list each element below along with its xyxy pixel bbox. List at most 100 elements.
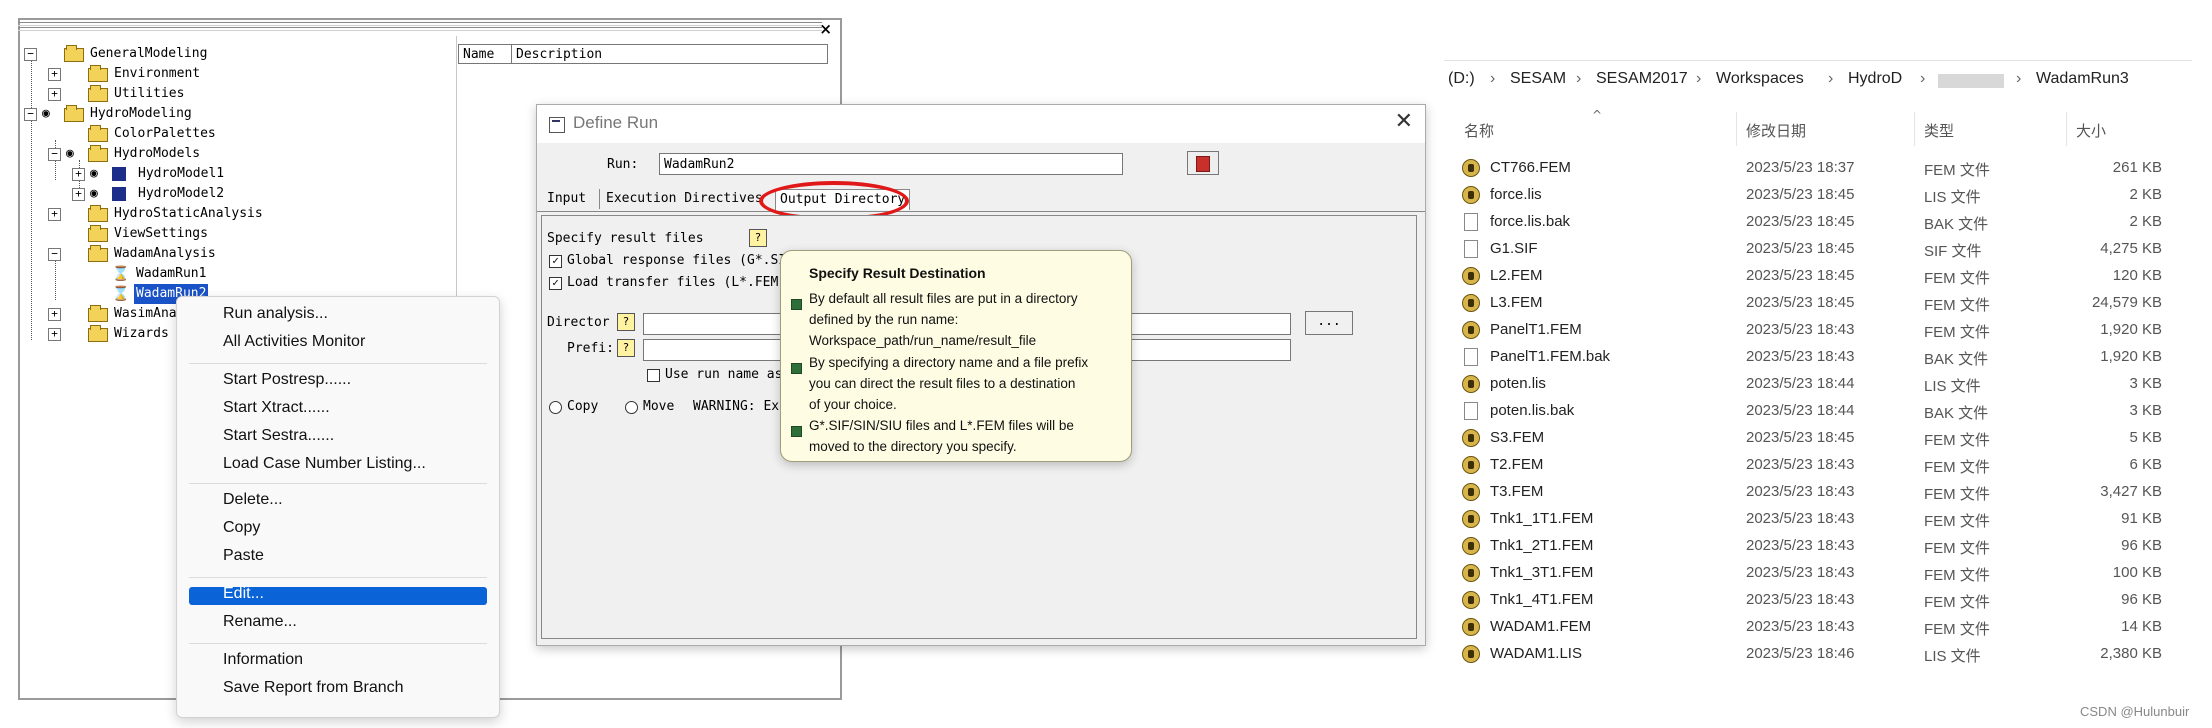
expand-icon[interactable]: + [72,188,85,201]
chevron-right-icon[interactable]: › [1576,70,1581,88]
menu-item-start-xtract[interactable]: Start Xtract...... [223,399,330,417]
run-action-button[interactable] [1187,151,1219,175]
collapse-icon[interactable]: − [48,148,61,161]
eye-icon[interactable]: ◉ [90,166,98,182]
breadcrumb-redacted[interactable] [1938,74,2004,88]
menu-item-edit[interactable]: Edit... [223,585,264,603]
file-type: LIS 文件 [1924,648,1981,665]
column-description-header[interactable]: Description [511,45,602,63]
breadcrumb-sesam2017[interactable]: SESAM2017 [1596,70,1688,88]
lightbulb-help-icon[interactable]: ? [617,313,635,331]
eye-icon[interactable]: ◉ [90,186,98,202]
file-row[interactable]: L3.FEM 2023/5/23 18:45 FEM 文件 24,579 KB [1462,290,2162,317]
close-icon[interactable]: × [819,20,832,38]
expand-icon[interactable]: + [72,168,85,181]
breadcrumb-workspaces[interactable]: Workspaces [1716,70,1804,88]
tooltip-text: G*.SIF/SIN/SIU files and L*.FEM files wi… [809,418,1074,433]
menu-item-start-postresp[interactable]: Start Postresp...... [223,371,351,389]
menu-item-load-case-number-listing[interactable]: Load Case Number Listing... [223,455,426,473]
chevron-right-icon[interactable]: › [1920,70,1925,88]
file-row[interactable]: force.lis 2023/5/23 18:45 LIS 文件 2 KB [1462,182,2162,209]
collapse-icon[interactable]: − [24,48,37,61]
menu-item-save-report-from-branch[interactable]: Save Report from Branch [223,679,404,697]
collapse-icon[interactable]: − [48,248,61,261]
use-run-name-checkbox[interactable] [647,369,660,382]
folder-icon [88,225,108,242]
breadcrumb-hydrod[interactable]: HydroD [1848,70,1902,88]
copy-radio[interactable] [549,401,562,414]
file-row[interactable]: Tnk1_4T1.FEM 2023/5/23 18:43 FEM 文件 96 KB [1462,587,2162,614]
file-type: BAK 文件 [1924,405,1989,422]
file-name: G1.SIF [1490,240,1538,257]
browse-button[interactable]: ... [1305,311,1353,335]
document-icon [1464,240,1478,258]
file-row[interactable]: poten.lis.bak 2023/5/23 18:44 BAK 文件 3 KB [1462,398,2162,425]
menu-item-start-sestra[interactable]: Start Sestra...... [223,427,334,445]
breadcrumb-sesam[interactable]: SESAM [1510,70,1566,88]
expand-icon[interactable]: + [48,328,61,341]
file-row[interactable]: L2.FEM 2023/5/23 18:45 FEM 文件 120 KB [1462,263,2162,290]
column-name-header[interactable]: Name [463,45,494,65]
menu-item-copy[interactable]: Copy [223,519,260,537]
file-row[interactable]: force.lis.bak 2023/5/23 18:45 BAK 文件 2 KB [1462,209,2162,236]
load-transfer-checkbox[interactable]: ✓ [549,277,562,290]
file-row[interactable]: Tnk1_2T1.FEM 2023/5/23 18:43 FEM 文件 96 KB [1462,533,2162,560]
menu-item-paste[interactable]: Paste [223,547,264,565]
expand-icon[interactable]: + [48,68,61,81]
close-icon[interactable]: ✕ [1395,109,1413,134]
file-row[interactable]: WADAM1.FEM 2023/5/23 18:43 FEM 文件 14 KB [1462,614,2162,641]
eye-icon[interactable]: ◉ [42,106,50,122]
menu-item-delete[interactable]: Delete... [223,491,283,509]
file-row[interactable]: S3.FEM 2023/5/23 18:45 FEM 文件 5 KB [1462,425,2162,452]
run-name-input[interactable] [659,153,1123,175]
file-row[interactable]: CT766.FEM 2023/5/23 18:37 FEM 文件 261 KB [1462,155,2162,182]
file-size: 6 KB [2129,456,2162,473]
tab-input[interactable]: Input [547,189,586,209]
expand-icon[interactable]: + [48,308,61,321]
model-icon [112,167,126,181]
column-header-name[interactable]: 名称 [1464,120,1494,141]
expand-icon[interactable]: + [48,208,61,221]
file-row[interactable]: WADAM1.LIS 2023/5/23 18:46 LIS 文件 2,380 KB [1462,641,2162,668]
file-row[interactable]: T3.FEM 2023/5/23 18:43 FEM 文件 3,427 KB [1462,479,2162,506]
file-row[interactable]: T2.FEM 2023/5/23 18:43 FEM 文件 6 KB [1462,452,2162,479]
menu-item-run-analysis[interactable]: Run analysis... [223,305,328,323]
chevron-right-icon[interactable]: › [1696,70,1701,88]
file-row[interactable]: Tnk1_1T1.FEM 2023/5/23 18:43 FEM 文件 91 KB [1462,506,2162,533]
eye-icon[interactable]: ◉ [66,146,74,162]
column-header-type[interactable]: 类型 [1924,120,1954,141]
chevron-right-icon[interactable]: › [1828,70,1833,88]
folder-icon [88,65,108,82]
file-name: PanelT1.FEM [1490,321,1582,338]
chevron-right-icon[interactable]: › [1490,70,1495,88]
global-response-checkbox[interactable]: ✓ [549,255,562,268]
file-row[interactable]: poten.lis 2023/5/23 18:44 LIS 文件 3 KB [1462,371,2162,398]
file-row[interactable]: PanelT1.FEM 2023/5/23 18:43 FEM 文件 1,920 KB [1462,317,2162,344]
hourglass-icon: ⌛ [112,286,130,302]
app-file-icon [1462,645,1480,663]
column-header-date[interactable]: 修改日期 [1746,120,1806,141]
sort-ascending-icon: ^ [1592,108,1603,122]
tab-execution-directives[interactable]: Execution Directives [599,189,763,209]
column-header-size[interactable]: 大小 [2076,120,2106,141]
file-row[interactable]: G1.SIF 2023/5/23 18:45 SIF 文件 4,275 KB [1462,236,2162,263]
file-name: WADAM1.FEM [1490,618,1592,635]
tree-item-label: Environment [114,66,201,81]
menu-item-information[interactable]: Information [223,651,303,669]
menu-item-rename[interactable]: Rename... [223,613,297,631]
file-row[interactable]: PanelT1.FEM.bak 2023/5/23 18:43 BAK 文件 1,92… [1462,344,2162,371]
move-radio[interactable] [625,401,638,414]
tree-item-label: HydroStaticAnalysis [114,206,263,221]
tree-item-label: HydroModeling [90,106,192,121]
dialog-titlebar[interactable]: Define Run ✕ [537,105,1425,143]
chevron-right-icon[interactable]: › [2016,70,2021,88]
lightbulb-help-icon[interactable]: ? [749,229,767,247]
expand-icon[interactable]: + [48,88,61,101]
file-row[interactable]: Tnk1_3T1.FEM 2023/5/23 18:43 FEM 文件 100 KB [1462,560,2162,587]
breadcrumb-wadamrun3[interactable]: WadamRun3 [2036,70,2129,88]
collapse-icon[interactable]: − [24,108,37,121]
bullet-icon [791,363,802,374]
menu-item-all-activities-monitor[interactable]: All Activities Monitor [223,333,365,351]
lightbulb-help-icon[interactable]: ? [617,339,635,357]
breadcrumb-drive[interactable]: (D:) [1448,70,1475,88]
